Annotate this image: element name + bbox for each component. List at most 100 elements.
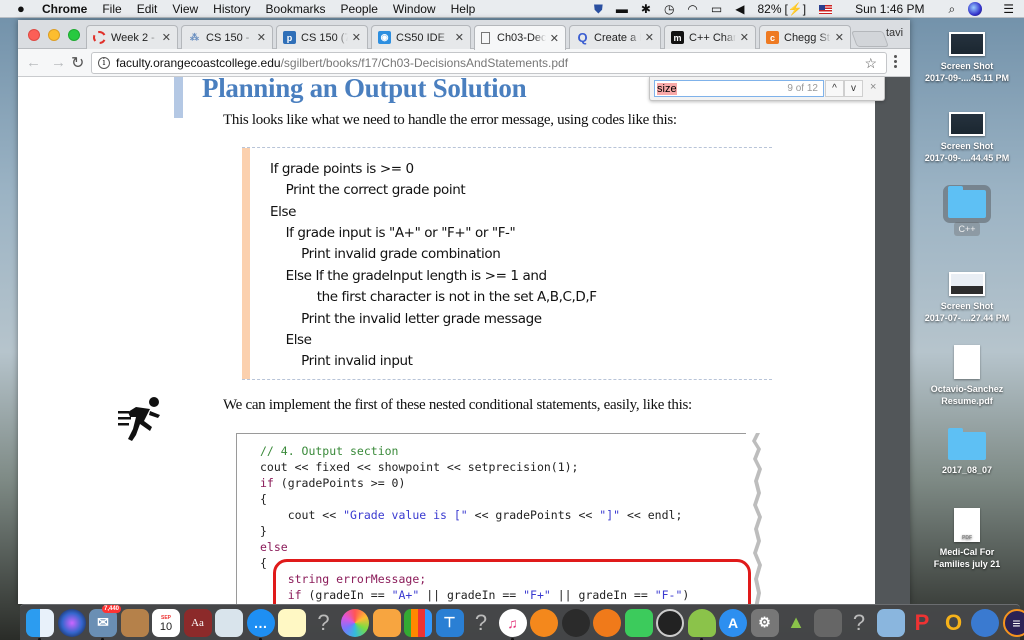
dock-android-file-transfer-icon[interactable]: ▲ <box>782 609 810 637</box>
desktop-item-cpp-folder[interactable]: C++ <box>914 185 1020 236</box>
dock-numbers-icon[interactable] <box>404 608 432 637</box>
tab-week-2[interactable]: Week 2 - Va ✕ <box>86 25 178 49</box>
dock-unknown-app-icon[interactable]: ? <box>467 609 495 637</box>
input-source-flag-icon[interactable] <box>819 4 833 14</box>
siri-icon[interactable] <box>968 2 983 16</box>
menu-history[interactable]: History <box>213 2 250 16</box>
menubar-clock[interactable]: Sun 1:46 PM <box>855 2 924 16</box>
desktop-item-screenshot-2[interactable]: Screen Shot 2017-09-....44.45 PM <box>914 112 1020 164</box>
dock-cleaner-icon[interactable] <box>813 608 842 637</box>
notification-center-icon[interactable]: ☰ <box>1003 2 1014 16</box>
menu-edit[interactable]: Edit <box>137 2 158 16</box>
dock-messages-icon[interactable]: … <box>246 608 275 640</box>
find-close-icon[interactable]: × <box>870 81 876 93</box>
dock-unknown-app-icon[interactable]: ? <box>845 609 873 637</box>
close-tab-icon[interactable]: ✕ <box>352 31 361 44</box>
menu-view[interactable]: View <box>172 2 198 16</box>
address-bar[interactable]: i faculty.orangecoastcollege.edu/sgilber… <box>91 52 887 74</box>
menu-chrome[interactable]: Chrome <box>42 2 87 16</box>
desktop-item-resume[interactable]: Octavio-Sanchez Resume.pdf <box>914 345 1020 407</box>
menu-bookmarks[interactable]: Bookmarks <box>266 2 326 16</box>
dock-itunes-icon[interactable]: ♫ <box>498 608 527 640</box>
desktop-item-medical-pdf[interactable]: PDF Medi-Cal For Families july 21 <box>914 508 1020 570</box>
desktop-item-2017-08-07-folder[interactable]: 2017_08_07 <box>914 428 1020 476</box>
dock-unknown-app-icon[interactable]: ? <box>310 609 338 637</box>
find-previous-button[interactable]: ^ <box>825 80 844 97</box>
find-query: size <box>657 82 677 95</box>
dock-preview-icon[interactable] <box>215 608 243 637</box>
battery-percentage[interactable]: 82% <box>757 2 781 16</box>
profile-name[interactable]: tavi <box>886 27 903 39</box>
dock-system-preferences-icon[interactable]: ⚙ <box>750 608 779 637</box>
close-tab-icon[interactable]: ✕ <box>835 31 844 44</box>
dock-keynote-icon[interactable]: ⊤ <box>435 608 464 637</box>
bookmark-star-icon[interactable]: ☆ <box>864 55 877 72</box>
close-tab-icon[interactable]: ✕ <box>550 32 559 45</box>
dock-app-store-icon[interactable]: A <box>719 608 747 637</box>
menu-people[interactable]: People <box>341 2 378 16</box>
dock-finder-icon[interactable] <box>26 608 54 640</box>
minimize-window-button[interactable] <box>48 29 60 41</box>
find-input[interactable]: size 9 of 12 <box>654 80 824 97</box>
chrome-menu-icon[interactable] <box>894 55 898 70</box>
dock-facetime-icon[interactable] <box>624 608 653 637</box>
new-tab-button[interactable] <box>851 31 889 47</box>
dock-dashboard-icon[interactable] <box>656 608 684 637</box>
dock-photos-icon[interactable] <box>341 608 369 637</box>
site-info-icon[interactable]: i <box>98 57 110 69</box>
spotlight-search-icon[interactable]: ⌕ <box>949 2 956 17</box>
tab-chegg[interactable]: c Chegg Stud ✕ <box>759 25 851 49</box>
display-icon[interactable]: ▬ <box>616 2 628 16</box>
back-arrow-icon[interactable]: ← <box>26 54 41 71</box>
desktop-item-screenshot-1[interactable]: Screen Shot 2017-09-....45.11 PM <box>914 32 1020 84</box>
tab-cs150-pearson[interactable]: p CS 150 (70 ✕ <box>276 25 368 49</box>
forward-arrow-icon[interactable]: → <box>51 54 66 71</box>
dock-install-icon[interactable] <box>971 608 999 637</box>
dock-office-icon[interactable]: O <box>940 609 968 637</box>
dock-mail-icon[interactable]: ✉ 7,440 <box>89 604 121 640</box>
dock-notes-icon[interactable] <box>278 608 306 637</box>
tab-ch03-pdf[interactable]: Ch03-Decis ✕ <box>474 25 566 50</box>
menu-file[interactable]: File <box>102 2 121 16</box>
dock-pages-icon[interactable] <box>372 608 401 637</box>
dock-osx-app-icon[interactable] <box>561 608 590 637</box>
pdf-viewer[interactable]: Planning an Output Solution This looks l… <box>18 77 910 604</box>
tab-cpp-characters[interactable]: m C++ Charac ✕ <box>664 25 756 49</box>
tab-cs50-ide[interactable]: ◉ CS50 IDE ✕ <box>371 25 471 49</box>
menu-help[interactable]: Help <box>451 2 476 16</box>
close-tab-icon[interactable]: ✕ <box>162 31 171 44</box>
pseudocode-line: the first character is not in the set A,… <box>270 289 597 305</box>
dock-calendar-icon[interactable]: SEP 10 <box>152 608 180 637</box>
close-tab-icon[interactable]: ✕ <box>740 31 749 44</box>
close-tab-icon[interactable]: ✕ <box>645 31 654 44</box>
menu-window[interactable]: Window <box>393 2 436 16</box>
bluetooth-icon[interactable]: ✱ <box>641 2 651 16</box>
wifi-icon[interactable]: ◠ <box>687 2 697 16</box>
desktop-item-sublabel: 2017-09-....45.11 PM <box>924 73 1010 83</box>
battery-charging-icon[interactable]: [⚡] <box>785 2 807 16</box>
dock-ibooks-icon[interactable] <box>530 608 558 637</box>
dock-fl-studio-icon[interactable] <box>593 608 621 637</box>
url-host: faculty.orangecoastcollege.edu <box>116 56 281 70</box>
desktop-item-screenshot-3[interactable]: Screen Shot 2017-07-....27.44 PM <box>914 272 1020 324</box>
dock-eclipse-icon[interactable]: ≡ <box>1002 608 1024 637</box>
dock-dictionary-icon[interactable]: Aa <box>183 608 212 637</box>
close-tab-icon[interactable]: ✕ <box>455 31 464 44</box>
find-next-button[interactable]: v <box>844 80 863 97</box>
malwarebytes-icon[interactable]: ⛊ <box>594 2 603 17</box>
reload-icon[interactable]: ↻ <box>71 53 84 73</box>
airplay-icon[interactable]: ▭ <box>711 2 722 16</box>
volume-icon[interactable]: ◀ <box>735 2 744 16</box>
time-machine-icon[interactable]: ◷ <box>664 2 674 16</box>
fullscreen-window-button[interactable] <box>68 29 80 41</box>
dock-image-capture-icon[interactable] <box>876 608 905 637</box>
tab-cs150-canvas[interactable]: ⁂ CS 150 - C ✕ <box>181 25 273 49</box>
apple-menu-icon[interactable]: ● <box>17 1 31 16</box>
dock-android-studio-icon[interactable] <box>687 608 716 640</box>
dock-wps-icon[interactable]: P <box>908 609 936 637</box>
close-window-button[interactable] <box>28 29 40 41</box>
close-tab-icon[interactable]: ✕ <box>257 31 266 44</box>
dock-contacts-icon[interactable] <box>120 608 149 637</box>
dock-siri-icon[interactable] <box>57 608 86 637</box>
tab-quora[interactable]: Q Create a Ne ✕ <box>569 25 661 49</box>
